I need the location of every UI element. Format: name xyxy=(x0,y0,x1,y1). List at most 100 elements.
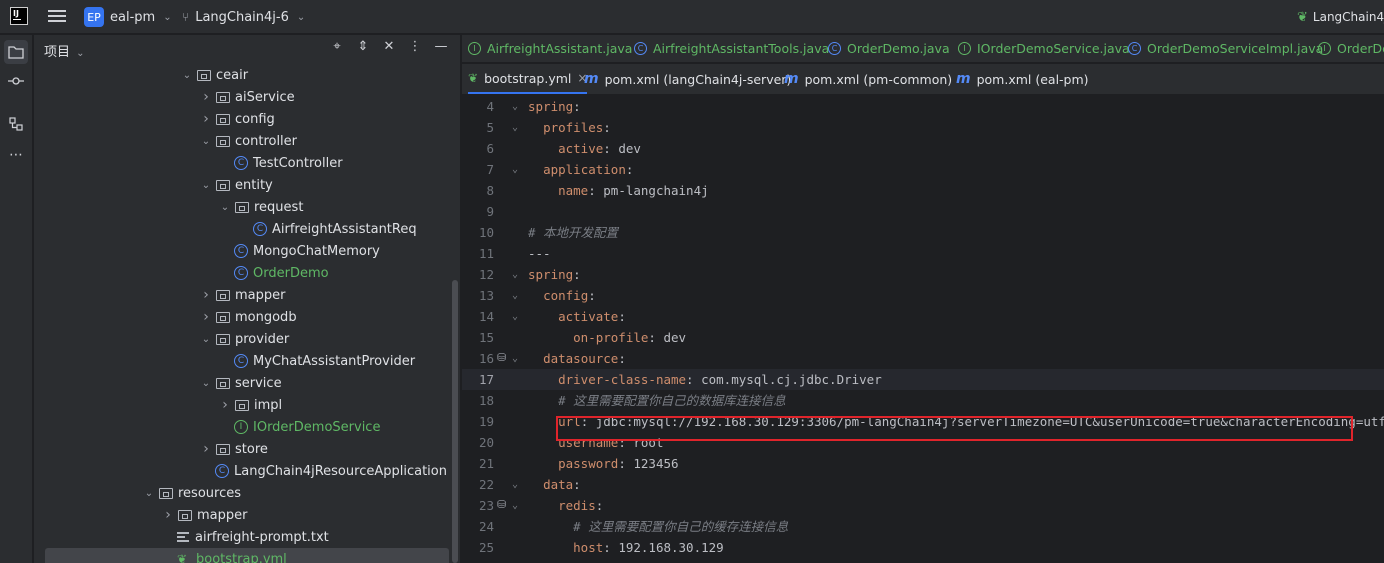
tree-item[interactable]: › aiService xyxy=(34,86,452,108)
tree-item[interactable]: C MyChatAssistantProvider xyxy=(34,350,452,372)
chevron-right-icon[interactable]: › xyxy=(199,111,213,127)
tree-item[interactable]: C MongoChatMemory xyxy=(34,240,452,262)
tree-item[interactable]: airfreight-prompt.txt xyxy=(34,526,452,548)
editor-tab[interactable]: m pom.xml (eal-pm) xyxy=(956,64,1089,94)
chevron-right-icon[interactable]: › xyxy=(161,507,175,523)
fold-chevron-icon[interactable]: ⌄ xyxy=(512,285,518,306)
project-panel-title-dropdown[interactable]: 项目 ⌄ xyxy=(44,41,85,60)
folder-icon xyxy=(216,135,230,147)
code-line[interactable]: 24 # 这里需要配置你自己的缓存连接信息 xyxy=(462,516,1384,537)
tree-item[interactable]: ⌄ service xyxy=(34,372,452,394)
fold-chevron-icon[interactable]: ⌄ xyxy=(512,495,518,516)
run-config-selector[interactable]: ❦ LangChain4j xyxy=(1297,6,1384,28)
project-switcher[interactable]: EP eal-pm ⌄ xyxy=(84,6,172,28)
code-line[interactable]: 16 ⛁ ⌄ datasource: xyxy=(462,348,1384,369)
editor-tab[interactable]: C AirfreightAssistantTools.java xyxy=(634,35,829,62)
main-menu-icon[interactable] xyxy=(48,8,66,24)
code-line[interactable]: 14 ⌄ activate: xyxy=(462,306,1384,327)
code-line[interactable]: 8 name: pm-langchain4j xyxy=(462,180,1384,201)
code-line[interactable]: 12 ⌄ spring: xyxy=(462,264,1384,285)
tree-item[interactable]: › mapper xyxy=(34,504,452,526)
code-line[interactable]: 11 --- xyxy=(462,243,1384,264)
fold-chevron-icon[interactable]: ⌄ xyxy=(512,159,518,180)
tree-item[interactable]: › store xyxy=(34,438,452,460)
structure-tool-icon[interactable] xyxy=(4,112,28,136)
editor-tab[interactable]: C OrderDemoServiceImpl.java xyxy=(1128,35,1323,62)
tree-item[interactable]: C LangChain4jResourceApplication xyxy=(34,460,452,482)
editor-tab[interactable]: I OrderDem xyxy=(1318,35,1384,62)
tree-item-label: service xyxy=(235,375,282,391)
editor-tab[interactable]: ❦ bootstrap.yml × xyxy=(468,64,588,94)
tree-item[interactable]: ⌄ ceair xyxy=(34,64,452,86)
options-icon[interactable]: ⋮ xyxy=(407,39,423,54)
editor-tab[interactable]: I IOrderDemoService.java xyxy=(958,35,1130,62)
fold-chevron-icon[interactable]: ⌄ xyxy=(512,96,518,117)
fold-chevron-icon[interactable]: ⌄ xyxy=(512,348,518,369)
branch-switcher[interactable]: ⑂ LangChain4j-6 ⌄ xyxy=(182,6,305,28)
more-tools-icon[interactable]: ⋯ xyxy=(4,143,28,167)
code-line[interactable]: 5 ⌄ profiles: xyxy=(462,117,1384,138)
chevron-right-icon[interactable]: › xyxy=(218,397,232,413)
maven-icon: m xyxy=(784,71,799,87)
intellij-logo-icon[interactable]: IJ xyxy=(10,7,28,25)
editor-tab[interactable]: I AirfreightAssistant.java xyxy=(468,35,632,62)
chevron-right-icon[interactable]: › xyxy=(199,441,213,457)
tree-item[interactable]: C TestController xyxy=(34,152,452,174)
chevron-down-icon[interactable]: ⌄ xyxy=(142,488,156,499)
code-line[interactable]: 15 on-profile: dev xyxy=(462,327,1384,348)
code-editor[interactable]: 4 ⌄ spring: 5 ⌄ profiles: 6 active: dev 7 ⌄ app… xyxy=(462,96,1384,563)
tree-item[interactable]: ⌄ request xyxy=(34,196,452,218)
chevron-down-icon: ⌄ xyxy=(163,11,172,23)
tree-item[interactable]: C OrderDemo xyxy=(34,262,452,284)
code-line[interactable]: 10 # 本地开发配置 xyxy=(462,222,1384,243)
fold-chevron-icon[interactable]: ⌄ xyxy=(512,264,518,285)
chevron-down-icon[interactable]: ⌄ xyxy=(199,378,213,389)
tree-item[interactable]: ⌄ provider xyxy=(34,328,452,350)
code-line[interactable]: 18 # 这里需要配置你自己的数据库连接信息 xyxy=(462,390,1384,411)
chevron-right-icon[interactable]: › xyxy=(199,89,213,105)
project-tool-icon[interactable] xyxy=(4,40,28,64)
tree-item[interactable]: › mapper xyxy=(34,284,452,306)
tree-item[interactable]: ⌄ entity xyxy=(34,174,452,196)
tree-item[interactable]: ❦ bootstrap.yml xyxy=(45,548,449,563)
locate-file-icon[interactable]: ⌖ xyxy=(329,39,345,54)
fold-chevron-icon[interactable]: ⌄ xyxy=(512,306,518,327)
code-line[interactable]: 25 host: 192.168.30.129 xyxy=(462,537,1384,558)
code-line[interactable]: 4 ⌄ spring: xyxy=(462,96,1384,117)
code-line[interactable]: 17 driver-class-name: com.mysql.cj.jdbc.… xyxy=(462,369,1384,390)
database-icon[interactable]: ⛁ xyxy=(497,498,511,512)
tree-item[interactable]: › config xyxy=(34,108,452,130)
fold-chevron-icon[interactable]: ⌄ xyxy=(512,117,518,138)
chevron-down-icon[interactable]: ⌄ xyxy=(180,70,194,81)
code-line[interactable]: 22 ⌄ data: xyxy=(462,474,1384,495)
tree-item[interactable]: C AirfreightAssistantReq xyxy=(34,218,452,240)
database-icon[interactable]: ⛁ xyxy=(497,351,511,365)
code-line[interactable]: 9 xyxy=(462,201,1384,222)
chevron-down-icon[interactable]: ⌄ xyxy=(199,334,213,345)
code-line[interactable]: 6 active: dev xyxy=(462,138,1384,159)
tree-item[interactable]: › mongodb xyxy=(34,306,452,328)
chevron-down-icon[interactable]: ⌄ xyxy=(199,136,213,147)
code-line[interactable]: 23 ⛁ ⌄ redis: xyxy=(462,495,1384,516)
tree-item[interactable]: ⌄ controller xyxy=(34,130,452,152)
code-line[interactable]: 13 ⌄ config: xyxy=(462,285,1384,306)
project-scrollbar[interactable] xyxy=(452,280,458,563)
fold-chevron-icon[interactable]: ⌄ xyxy=(512,474,518,495)
commit-tool-icon[interactable] xyxy=(4,69,28,93)
editor-tab[interactable]: C OrderDemo.java xyxy=(828,35,950,62)
collapse-all-icon[interactable]: ✕ xyxy=(381,39,397,54)
tree-item-label: config xyxy=(235,111,275,127)
chevron-right-icon[interactable]: › xyxy=(199,287,213,303)
chevron-down-icon[interactable]: ⌄ xyxy=(199,180,213,191)
editor-tab[interactable]: m pom.xml (langChain4j-server) xyxy=(584,64,791,94)
code-line[interactable]: 7 ⌄ application: xyxy=(462,159,1384,180)
tree-item[interactable]: I IOrderDemoService xyxy=(34,416,452,438)
chevron-right-icon[interactable]: › xyxy=(199,309,213,325)
chevron-down-icon[interactable]: ⌄ xyxy=(218,202,232,213)
code-line[interactable]: 21 password: 123456 xyxy=(462,453,1384,474)
tree-item[interactable]: › impl xyxy=(34,394,452,416)
tree-item[interactable]: ⌄ resources xyxy=(34,482,452,504)
expand-all-icon[interactable]: ⇕ xyxy=(355,39,371,54)
editor-tab[interactable]: m pom.xml (pm-common) xyxy=(784,64,952,94)
hide-panel-icon[interactable]: — xyxy=(433,39,449,54)
